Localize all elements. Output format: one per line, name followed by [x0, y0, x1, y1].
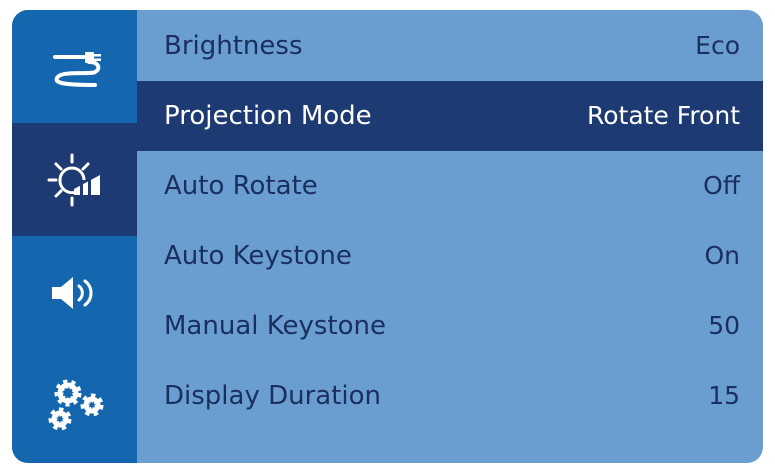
cable-icon [52, 51, 101, 87]
row-value: On [704, 241, 740, 270]
settings-list: Brightness Eco Projection Mode Rotate Fr… [137, 10, 763, 463]
row-label: Brightness [164, 31, 303, 61]
row-value: Off [703, 171, 740, 200]
category-sidebar [12, 10, 137, 463]
menu-row-brightness[interactable]: Brightness Eco [137, 11, 763, 81]
row-value: 50 [708, 311, 740, 340]
menu-row-display-duration[interactable]: Display Duration 15 [137, 361, 763, 431]
menu-row-projection-mode[interactable]: Projection Mode Rotate Front [137, 81, 763, 151]
menu-row-manual-keystone[interactable]: Manual Keystone 50 [137, 291, 763, 361]
row-label: Manual Keystone [164, 311, 387, 341]
menu-row-auto-rotate[interactable]: Auto Rotate Off [137, 151, 763, 221]
row-label: Auto Rotate [164, 171, 318, 201]
row-label: Projection Mode [164, 101, 372, 131]
row-value: 15 [708, 381, 740, 410]
row-label: Display Duration [164, 381, 382, 411]
row-value: Eco [695, 31, 740, 60]
sidebar-item-audio[interactable] [12, 236, 137, 349]
sidebar-item-picture[interactable] [12, 123, 137, 236]
speaker-icon [51, 276, 92, 309]
menu-row-auto-keystone[interactable]: Auto Keystone On [137, 221, 763, 291]
projector-settings-menu: Brightness Eco Projection Mode Rotate Fr… [12, 10, 763, 463]
gears-icon [48, 379, 103, 430]
row-value: Rotate Front [586, 101, 740, 130]
sidebar-item-connection[interactable] [12, 10, 137, 123]
sidebar-item-settings[interactable] [12, 349, 137, 462]
brightness-projection-icon [47, 153, 100, 206]
row-label: Auto Keystone [164, 241, 352, 271]
